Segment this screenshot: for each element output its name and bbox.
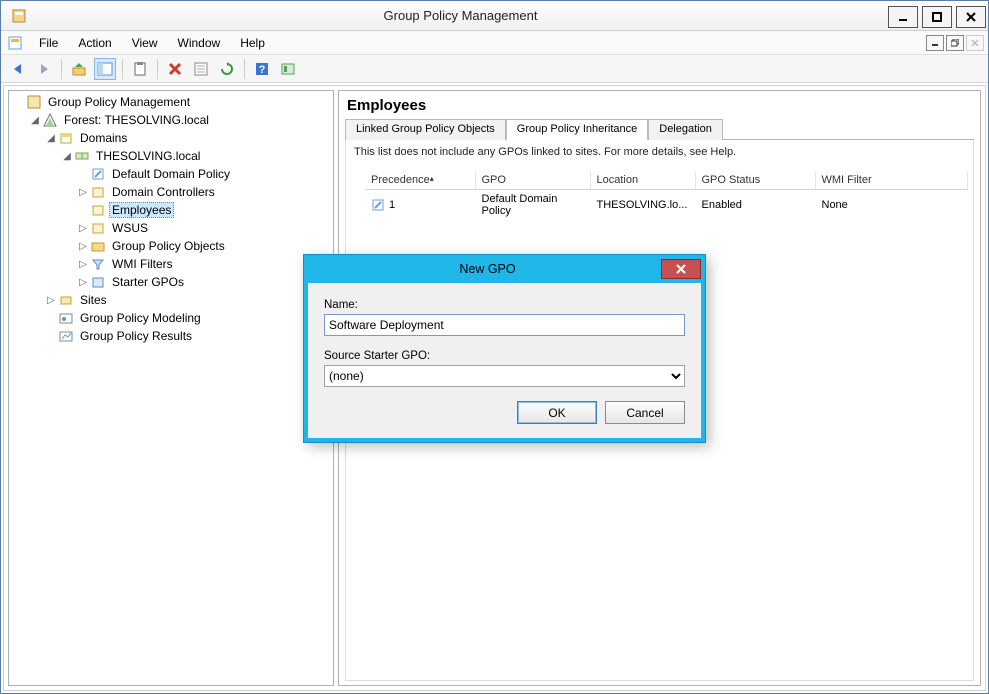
sites-icon — [58, 292, 74, 308]
details-heading: Employees — [345, 95, 974, 118]
name-label: Name: — [324, 299, 685, 311]
col-wmi-filter[interactable]: WMI Filter — [815, 171, 968, 190]
forward-button[interactable] — [33, 58, 55, 80]
expand-icon[interactable]: ▷ — [77, 187, 89, 198]
tree-results[interactable]: Group Policy Results — [43, 327, 333, 345]
help-button[interactable]: ? — [251, 58, 273, 80]
minimize-button[interactable] — [888, 6, 918, 28]
expand-icon[interactable]: ▷ — [77, 277, 89, 288]
gpo-link-icon — [90, 166, 106, 182]
modeling-icon — [58, 310, 74, 326]
collapse-icon[interactable]: ◢ — [61, 151, 73, 162]
toolbar-extra-button[interactable] — [277, 58, 299, 80]
toolbar: ? — [1, 55, 988, 83]
name-input[interactable] — [324, 314, 685, 336]
tree-default-domain-policy[interactable]: Default Domain Policy — [75, 165, 333, 183]
collapse-icon[interactable]: ◢ — [29, 115, 41, 126]
tab-inheritance[interactable]: Group Policy Inheritance — [506, 119, 648, 140]
back-button[interactable] — [7, 58, 29, 80]
dialog-titlebar[interactable]: New GPO — [304, 255, 705, 283]
tree-domains[interactable]: ◢ Domains — [43, 129, 333, 147]
menu-file[interactable]: File — [29, 33, 68, 53]
menu-help[interactable]: Help — [230, 33, 275, 53]
col-gpo[interactable]: GPO — [475, 171, 590, 190]
starter-select[interactable]: (none) — [324, 365, 685, 387]
clipboard-button[interactable] — [129, 58, 151, 80]
ou-icon — [90, 202, 106, 218]
gpo-link-icon — [371, 198, 385, 212]
ok-button[interactable]: OK — [517, 401, 597, 424]
delete-button[interactable] — [164, 58, 186, 80]
ou-icon — [90, 184, 106, 200]
cancel-button[interactable]: Cancel — [605, 401, 685, 424]
tab-delegation[interactable]: Delegation — [648, 119, 723, 140]
menu-view[interactable]: View — [122, 33, 168, 53]
col-gpo-status[interactable]: GPO Status — [695, 171, 815, 190]
menubar: File Action View Window Help — [1, 31, 988, 55]
titlebar[interactable]: Group Policy Management — [1, 1, 988, 31]
tree-wsus[interactable]: ▷ WSUS — [75, 219, 333, 237]
sort-asc-icon: ▴ — [430, 174, 434, 183]
folder-icon — [90, 238, 106, 254]
tabs: Linked Group Policy Objects Group Policy… — [345, 118, 974, 140]
results-icon — [58, 328, 74, 344]
starter-label: Source Starter GPO: — [324, 350, 685, 362]
tab-linked-gpo[interactable]: Linked Group Policy Objects — [345, 119, 506, 140]
tree-panel[interactable]: Group Policy Management ◢ Forest: THESOL… — [8, 90, 334, 686]
mdi-restore-button[interactable] — [946, 35, 964, 51]
up-button[interactable] — [68, 58, 90, 80]
show-hide-tree-button[interactable] — [94, 58, 116, 80]
tree-domain-controllers[interactable]: ▷ Domain Controllers — [75, 183, 333, 201]
mdi-close-button[interactable] — [966, 35, 984, 51]
expand-icon[interactable]: ▷ — [77, 259, 89, 270]
tree-gpo-objects[interactable]: ▷ Group Policy Objects — [75, 237, 333, 255]
expand-icon[interactable]: ▷ — [77, 223, 89, 234]
maximize-button[interactable] — [922, 6, 952, 28]
domains-icon — [58, 130, 74, 146]
tree-root[interactable]: Group Policy Management — [11, 93, 333, 111]
tree-employees[interactable]: Employees — [75, 201, 333, 219]
tree-modeling[interactable]: Group Policy Modeling — [43, 309, 333, 327]
ou-icon — [90, 220, 106, 236]
tree-sites[interactable]: ▷ Sites — [43, 291, 333, 309]
gpm-icon — [26, 94, 42, 110]
tree-wmi-filters[interactable]: ▷ WMI Filters — [75, 255, 333, 273]
col-precedence[interactable]: Precedence▴ — [365, 171, 475, 190]
menu-window[interactable]: Window — [168, 33, 231, 53]
properties-button[interactable] — [190, 58, 212, 80]
starter-gpo-icon — [90, 274, 106, 290]
filter-icon — [90, 256, 106, 272]
app-icon — [9, 6, 29, 26]
tree-starter-gpos[interactable]: ▷ Starter GPOs — [75, 273, 333, 291]
forest-icon — [42, 112, 58, 128]
mdi-minimize-button[interactable] — [926, 35, 944, 51]
dialog-close-button[interactable] — [661, 259, 701, 279]
expand-icon[interactable]: ▷ — [45, 295, 57, 306]
menu-action[interactable]: Action — [68, 33, 121, 53]
svg-text:?: ? — [259, 64, 266, 76]
expand-icon[interactable]: ▷ — [77, 241, 89, 252]
dialog-body: Name: Source Starter GPO: (none) OK Canc… — [304, 283, 705, 442]
inheritance-grid[interactable]: Precedence▴ GPO Location GPO Status WMI … — [365, 171, 968, 220]
dialog-title: New GPO — [314, 262, 661, 276]
new-gpo-dialog[interactable]: New GPO Name: Source Starter GPO: (none)… — [303, 254, 706, 443]
tree-domain-thesolving[interactable]: ◢ THESOLVING.local — [59, 147, 333, 165]
window-title: Group Policy Management — [35, 8, 886, 23]
col-location[interactable]: Location — [590, 171, 695, 190]
info-text: This list does not include any GPOs link… — [346, 140, 973, 164]
collapse-icon[interactable]: ◢ — [45, 133, 57, 144]
mmc-icon — [7, 35, 23, 51]
tree-forest[interactable]: ◢ Forest: THESOLVING.local — [27, 111, 333, 129]
domain-icon — [74, 148, 90, 164]
refresh-button[interactable] — [216, 58, 238, 80]
table-row[interactable]: 1 Default Domain Policy THESOLVING.lo...… — [365, 190, 968, 221]
close-button[interactable] — [956, 6, 986, 28]
